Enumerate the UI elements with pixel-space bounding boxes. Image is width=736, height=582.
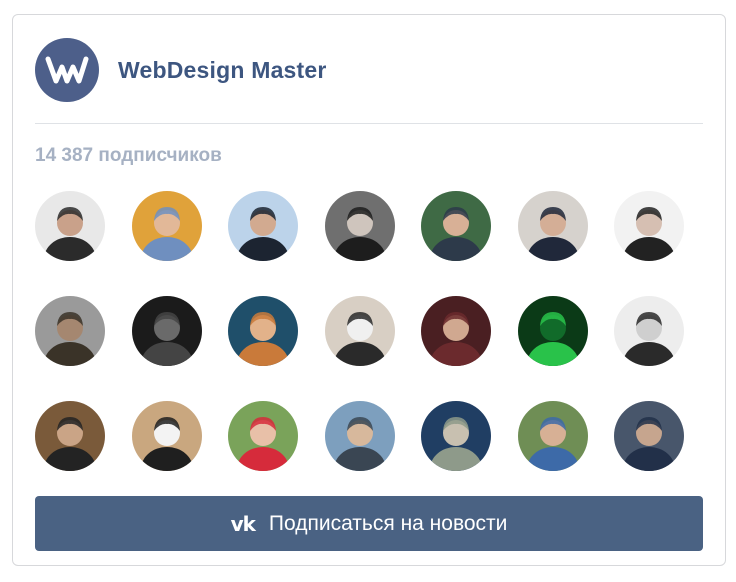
avatar-photo: [324, 191, 395, 261]
subscriber-avatar[interactable]: [35, 296, 105, 366]
avatar-photo: [614, 296, 684, 366]
subscriber-avatar[interactable]: [421, 401, 491, 471]
wm-logo-icon[interactable]: [35, 38, 99, 102]
avatar-photo: [35, 296, 105, 366]
subscriber-avatar[interactable]: [614, 296, 684, 366]
avatar-photo: [228, 296, 298, 366]
group-name[interactable]: WebDesign Master: [118, 57, 327, 84]
subscribers-count[interactable]: 14 387 подписчиков: [35, 145, 222, 167]
avatar-photo: [131, 401, 202, 471]
avatar-photo: [228, 191, 298, 261]
subscriber-avatar[interactable]: [421, 296, 491, 366]
subscriber-avatar[interactable]: [517, 191, 588, 261]
avatar-photo: [35, 401, 105, 471]
avatar-photo: [131, 191, 202, 261]
subscriber-avatar[interactable]: [324, 191, 395, 261]
divider: [35, 123, 703, 124]
avatar-photo: [614, 401, 684, 471]
vk-group-widget: WebDesign Master 14 387 подписчиков vk П…: [12, 14, 726, 566]
subscriber-avatar[interactable]: [228, 401, 298, 471]
subscriber-avatar[interactable]: [517, 296, 588, 366]
vk-icon: vk: [230, 511, 256, 536]
avatar-photo: [35, 191, 105, 261]
subscribe-button[interactable]: vk Подписаться на новости: [35, 496, 703, 551]
avatar-photo: [517, 401, 588, 471]
subscriber-avatar[interactable]: [614, 191, 684, 261]
subscriber-avatar[interactable]: [614, 401, 684, 471]
avatar-photo: [421, 191, 491, 261]
subscriber-avatar[interactable]: [324, 401, 395, 471]
subscriber-avatar[interactable]: [35, 401, 105, 471]
subscriber-avatar[interactable]: [517, 401, 588, 471]
avatar-photo: [421, 296, 491, 366]
subscribe-button-label: Подписаться на новости: [268, 511, 508, 535]
avatar-photo: [517, 191, 588, 261]
subscriber-avatar[interactable]: [228, 296, 298, 366]
avatar-photo: [614, 191, 684, 261]
avatar-photo: [324, 296, 395, 366]
avatar-photo: [517, 296, 588, 366]
subscriber-avatar[interactable]: [324, 296, 395, 366]
wm-logo-mark: [45, 56, 89, 84]
subscriber-avatar[interactable]: [228, 191, 298, 261]
avatar-photo: [131, 296, 202, 366]
subscriber-avatar[interactable]: [421, 191, 491, 261]
avatar-photo: [421, 401, 491, 471]
avatar-photo: [228, 401, 298, 471]
subscriber-avatar[interactable]: [131, 296, 202, 366]
subscriber-avatar[interactable]: [131, 191, 202, 261]
group-header: WebDesign Master: [35, 37, 327, 103]
avatar-photo: [324, 401, 395, 471]
subscriber-avatar[interactable]: [35, 191, 105, 261]
subscriber-avatar[interactable]: [131, 401, 202, 471]
subscribers-avatar-grid: [35, 191, 695, 471]
